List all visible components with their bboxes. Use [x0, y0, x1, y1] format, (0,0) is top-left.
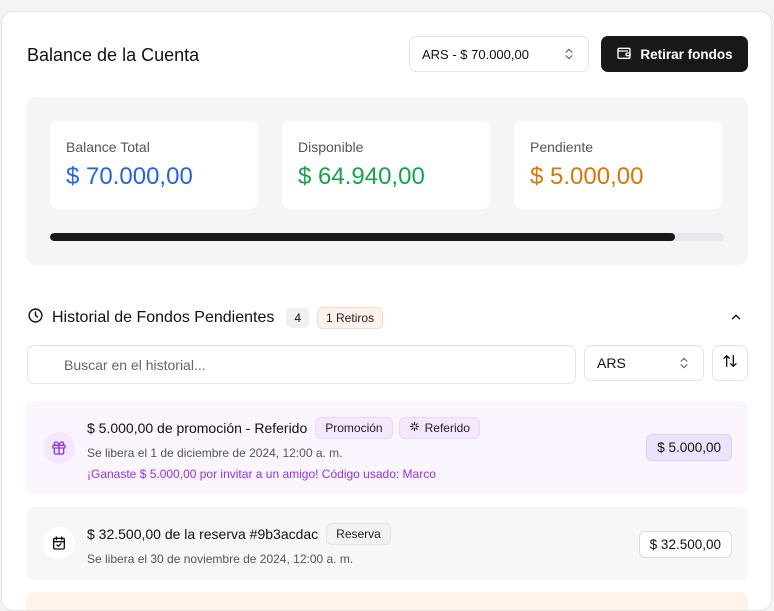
account-balance-card: Balance de la Cuenta ARS - $ 70.000,00 R…	[1, 11, 772, 611]
balance-progress-bar	[50, 233, 724, 241]
balance-summary-panel: Balance Total $ 70.000,00 Disponible $ 6…	[26, 97, 748, 265]
item-release-date: Se libera el 30 de noviembre de 2024, 12…	[87, 552, 354, 566]
total-balance-label: Balance Total	[66, 139, 150, 155]
sort-arrows-icon	[722, 353, 738, 374]
item-amount: $ 32.500,00	[638, 531, 732, 558]
item-body: $ 5.000,00 de promoción - Referido Promo…	[87, 417, 480, 481]
history-currency-filter[interactable]: ARS	[584, 345, 704, 381]
chevron-up-icon[interactable]	[729, 310, 743, 329]
item-release-date: Se libera el 1 de diciembre de 2024, 12:…	[87, 446, 343, 460]
page-title: Balance de la Cuenta	[27, 44, 200, 65]
history-search-input[interactable]: Buscar en el historial...	[27, 345, 576, 384]
pending-balance-value: $ 5.000,00	[530, 163, 644, 190]
pending-history-header[interactable]: Historial de Fondos Pendientes 4 1 Retir…	[27, 306, 749, 330]
reservation-tag: Reserva	[326, 523, 391, 545]
history-count-badge: 4	[286, 308, 310, 328]
withdrawals-badge: 1 Retiros	[317, 307, 384, 329]
clock-icon	[27, 307, 44, 329]
total-balance-value: $ 70.000,00	[66, 163, 193, 190]
pending-history-title: Historial de Fondos Pendientes	[52, 309, 275, 326]
history-search-placeholder: Buscar en el historial...	[64, 356, 206, 373]
header: Balance de la Cuenta ARS - $ 70.000,00 R…	[27, 36, 748, 74]
item-title-row: $ 5.000,00 de promoción - Referido Promo…	[87, 417, 480, 439]
wallet-icon	[616, 45, 632, 64]
withdraw-funds-button[interactable]: Retirar fondos	[601, 36, 748, 72]
pending-balance-card: Pendiente $ 5.000,00	[514, 121, 722, 209]
currency-account-value: ARS - $ 70.000,00	[422, 46, 529, 62]
total-balance-card: Balance Total $ 70.000,00	[50, 121, 258, 209]
item-title-row: $ 32.500,00 de la reserva #9b3acdac Rese…	[87, 523, 391, 545]
calendar-check-icon	[43, 527, 75, 559]
available-balance-label: Disponible	[298, 139, 364, 155]
item-note: ¡Ganaste $ 5.000,00 por invitar a un ami…	[87, 467, 436, 481]
chevron-updown-icon	[677, 356, 691, 373]
available-balance-card: Disponible $ 64.940,00	[282, 121, 490, 209]
gift-icon	[43, 432, 75, 464]
list-item[interactable]: $ 32.500,00 de la reserva #9b3acdac Rese…	[26, 507, 748, 580]
item-title: $ 32.500,00 de la reserva #9b3acdac	[87, 526, 319, 542]
sort-button[interactable]	[712, 345, 748, 381]
sparkle-icon	[409, 421, 420, 435]
chevron-updown-icon	[562, 47, 576, 64]
available-balance-value: $ 64.940,00	[298, 163, 425, 190]
balance-progress-fill	[50, 233, 676, 241]
referral-tag: Referido	[398, 417, 480, 439]
item-amount: $ 5.000,00	[646, 434, 732, 461]
item-body: $ 32.500,00 de la reserva #9b3acdac Rese…	[87, 523, 391, 566]
list-item[interactable]: $ 5.000,00 de promoción - Referido Promo…	[26, 401, 748, 494]
currency-account-select[interactable]: ARS - $ 70.000,00	[409, 36, 589, 72]
referral-tag-label: Referido	[424, 421, 470, 435]
history-currency-value: ARS	[597, 355, 626, 371]
list-item[interactable]	[26, 592, 748, 610]
promotion-tag: Promoción	[315, 417, 393, 439]
item-title: $ 5.000,00 de promoción - Referido	[87, 420, 308, 436]
withdraw-funds-label: Retirar fondos	[640, 46, 733, 62]
pending-balance-label: Pendiente	[530, 139, 594, 155]
